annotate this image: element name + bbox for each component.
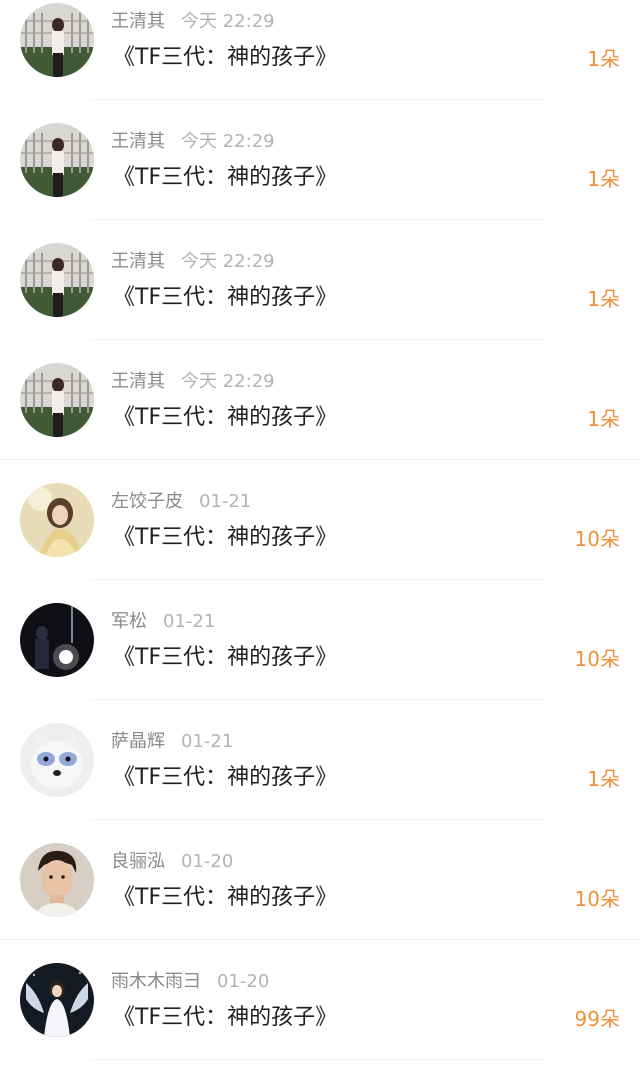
flower-count: 1朵	[587, 767, 620, 791]
flower-count: 10朵	[574, 887, 620, 911]
avatar-photo-icon	[20, 483, 94, 557]
username[interactable]: 军松	[111, 611, 147, 632]
avatar-photo-icon	[20, 363, 94, 437]
list-item[interactable]: 左饺子皮 01-21 《TF三代：神的孩子》 10朵	[0, 460, 640, 580]
gift-title[interactable]: 《TF三代：神的孩子》	[113, 881, 337, 915]
comment-meta: 军松 01-21	[111, 611, 215, 633]
comment-meta: 良骊泓 01-20	[111, 851, 233, 873]
gift-title[interactable]: 《TF三代：神的孩子》	[113, 1001, 337, 1035]
timestamp: 今天 22:29	[181, 11, 275, 32]
flower-count: 1朵	[587, 407, 620, 431]
avatar-photo-icon	[20, 723, 94, 797]
timestamp: 01-21	[163, 611, 216, 632]
avatar[interactable]	[20, 963, 94, 1037]
gift-title[interactable]: 《TF三代：神的孩子》	[113, 521, 337, 555]
username[interactable]: 王清其	[111, 251, 165, 272]
username[interactable]: 左饺子皮	[111, 491, 183, 512]
avatar-photo-icon	[20, 843, 94, 917]
timestamp: 01-20	[217, 971, 270, 992]
username[interactable]: 王清其	[111, 11, 165, 32]
divider	[90, 1059, 545, 1060]
gift-comment-list: 王清其 今天 22:29 《TF三代：神的孩子》 1朵 王清其 今天 22:29 《…	[0, 0, 640, 1060]
username[interactable]: 王清其	[111, 371, 165, 392]
flower-count: 10朵	[574, 647, 620, 671]
list-item[interactable]: 军松 01-21 《TF三代：神的孩子》 10朵	[0, 580, 640, 700]
username[interactable]: 王清其	[111, 131, 165, 152]
flower-count: 1朵	[587, 287, 620, 311]
avatar[interactable]	[20, 3, 94, 77]
gift-title[interactable]: 《TF三代：神的孩子》	[113, 401, 337, 435]
list-item[interactable]: 王清其 今天 22:29 《TF三代：神的孩子》 1朵	[0, 220, 640, 340]
avatar[interactable]	[20, 363, 94, 437]
avatar-photo-icon	[20, 963, 94, 1037]
avatar[interactable]	[20, 723, 94, 797]
flower-count: 10朵	[574, 527, 620, 551]
timestamp: 今天 22:29	[181, 131, 275, 152]
comment-meta: 左饺子皮 01-21	[111, 491, 251, 513]
avatar[interactable]	[20, 483, 94, 557]
avatar[interactable]	[20, 843, 94, 917]
flower-count: 1朵	[587, 167, 620, 191]
comment-meta: 王清其 今天 22:29	[111, 131, 275, 153]
comment-meta: 王清其 今天 22:29	[111, 11, 275, 33]
timestamp: 今天 22:29	[181, 371, 275, 392]
avatar[interactable]	[20, 123, 94, 197]
gift-title[interactable]: 《TF三代：神的孩子》	[113, 761, 337, 795]
avatar[interactable]	[20, 243, 94, 317]
list-item[interactable]: 王清其 今天 22:29 《TF三代：神的孩子》 1朵	[0, 100, 640, 220]
username[interactable]: 雨木木雨彐	[111, 971, 201, 992]
list-item[interactable]: 良骊泓 01-20 《TF三代：神的孩子》 10朵	[0, 820, 640, 940]
avatar-photo-icon	[20, 3, 94, 77]
gift-title[interactable]: 《TF三代：神的孩子》	[113, 281, 337, 315]
comment-meta: 萨晶辉 01-21	[111, 731, 233, 753]
username[interactable]: 良骊泓	[111, 851, 165, 872]
avatar-photo-icon	[20, 123, 94, 197]
list-item[interactable]: 王清其 今天 22:29 《TF三代：神的孩子》 1朵	[0, 0, 640, 100]
list-item[interactable]: 萨晶辉 01-21 《TF三代：神的孩子》 1朵	[0, 700, 640, 820]
timestamp: 今天 22:29	[181, 251, 275, 272]
gift-title[interactable]: 《TF三代：神的孩子》	[113, 161, 337, 195]
timestamp: 01-21	[181, 731, 234, 752]
gift-title[interactable]: 《TF三代：神的孩子》	[113, 41, 337, 75]
avatar-photo-icon	[20, 243, 94, 317]
timestamp: 01-21	[199, 491, 252, 512]
gift-title[interactable]: 《TF三代：神的孩子》	[113, 641, 337, 675]
avatar-photo-icon	[20, 603, 94, 677]
list-item[interactable]: 雨木木雨彐 01-20 《TF三代：神的孩子》 99朵	[0, 940, 640, 1060]
flower-count: 99朵	[574, 1007, 620, 1031]
list-item[interactable]: 王清其 今天 22:29 《TF三代：神的孩子》 1朵	[0, 340, 640, 460]
comment-meta: 王清其 今天 22:29	[111, 251, 275, 273]
username[interactable]: 萨晶辉	[111, 731, 165, 752]
avatar[interactable]	[20, 603, 94, 677]
comment-meta: 雨木木雨彐 01-20	[111, 971, 269, 993]
flower-count: 1朵	[587, 47, 620, 71]
timestamp: 01-20	[181, 851, 234, 872]
comment-meta: 王清其 今天 22:29	[111, 371, 275, 393]
